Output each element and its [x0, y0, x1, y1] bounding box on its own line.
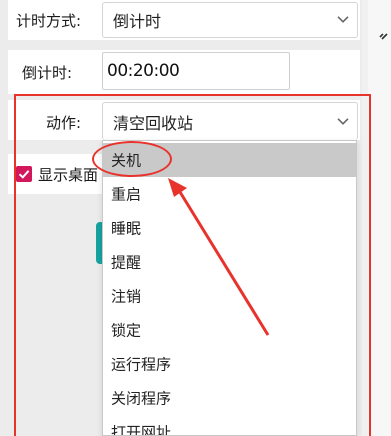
link-icon	[379, 33, 388, 40]
countdown-value: 00:20:00	[107, 61, 180, 81]
timing-mode-value: 倒计时	[113, 12, 162, 31]
dropdown-option-remind[interactable]: 提醒	[103, 245, 356, 279]
timing-mode-label: 计时方式:	[16, 12, 82, 30]
countdown-label: 倒计时:	[22, 64, 73, 82]
dropdown-option-logoff[interactable]: 注销	[103, 279, 356, 313]
action-selected-value: 清空回收站	[113, 113, 194, 133]
dropdown-option-restart[interactable]: 重启	[103, 177, 356, 211]
timing-mode-select[interactable]: 倒计时	[102, 2, 358, 38]
action-row: 动作: 清空回收站	[8, 100, 360, 140]
show-desktop-label: 显示桌面	[38, 166, 99, 184]
timing-mode-row: 计时方式: 倒计时	[8, 0, 360, 40]
action-dropdown-list: 关机 重启 睡眠 提醒 注销 锁定 运行程序 关闭程序 打开网址	[102, 140, 357, 436]
countdown-input[interactable]: 00:20:00	[102, 52, 290, 90]
countdown-row: 倒计时: 00:20:00	[8, 50, 360, 94]
action-label: 动作:	[46, 114, 82, 132]
checkmark-icon	[18, 170, 30, 179]
show-desktop-row: 显示桌面	[8, 154, 102, 194]
right-panel	[368, 0, 391, 436]
chevron-down-icon	[337, 16, 349, 23]
show-desktop-checkbox[interactable]	[16, 166, 32, 182]
dropdown-option-shutdown[interactable]: 关机	[103, 143, 356, 177]
dropdown-option-sleep[interactable]: 睡眠	[103, 211, 356, 245]
dropdown-option-open-url[interactable]: 打开网址	[103, 415, 356, 436]
chevron-down-icon	[337, 117, 349, 125]
dropdown-option-lock[interactable]: 锁定	[103, 313, 356, 347]
dropdown-option-close-program[interactable]: 关闭程序	[103, 381, 356, 415]
action-select[interactable]: 清空回收站	[102, 102, 358, 140]
dropdown-option-run-program[interactable]: 运行程序	[103, 347, 356, 381]
